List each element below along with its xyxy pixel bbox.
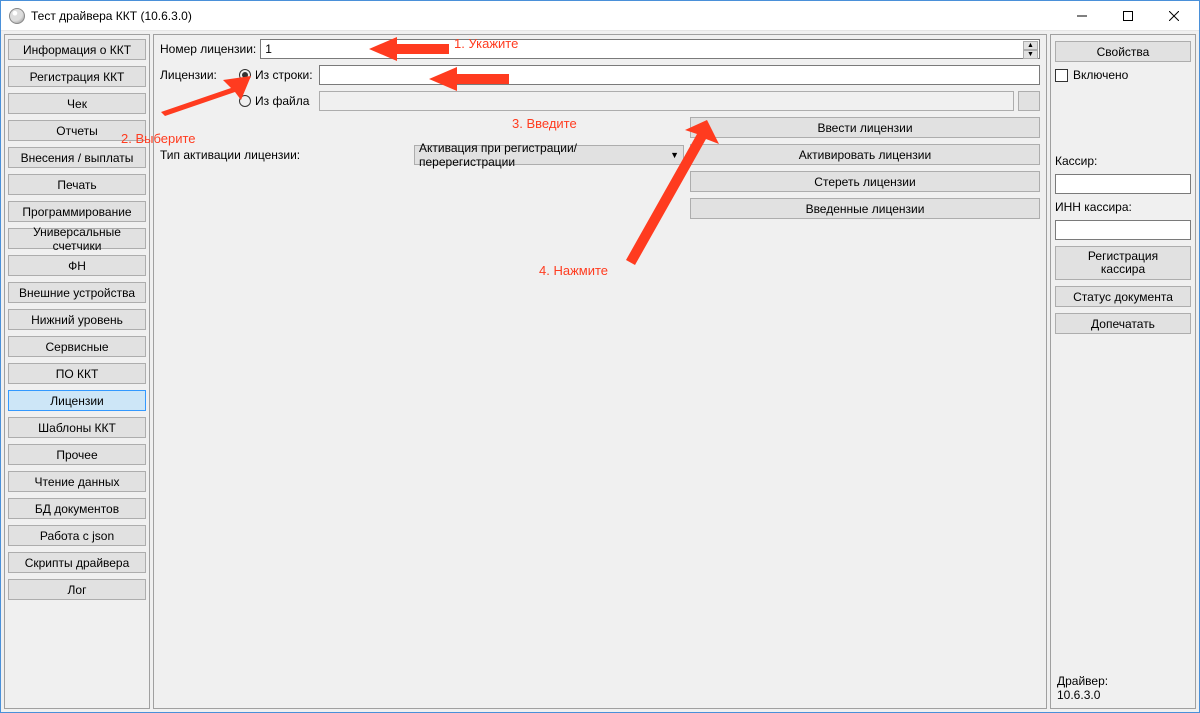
nav-item[interactable]: Печать (8, 174, 146, 195)
activation-type-combo[interactable]: Активация при регистрации/перерегистраци… (414, 145, 684, 165)
window-title: Тест драйвера ККТ (10.6.3.0) (31, 9, 192, 23)
nav-item-label: Работа с json (40, 529, 114, 543)
nav-item-label: Внешние устройства (19, 286, 135, 300)
reprint-label: Допечатать (1091, 317, 1155, 331)
license-number-input[interactable]: 1 ▲ ▼ (260, 39, 1040, 59)
right-panel: Свойства Включено Кассир: ИНН кассира: Р… (1050, 34, 1196, 709)
left-nav: Информация о ККТ Регистрация ККТ Чек Отчеты… (4, 34, 150, 709)
nav-item-label: Информация о ККТ (23, 43, 131, 57)
cashier-input[interactable] (1055, 174, 1191, 194)
register-cashier-label: Регистрация кассира (1088, 250, 1158, 276)
maximize-button[interactable] (1105, 1, 1151, 31)
nav-item[interactable]: Сервисные (8, 336, 146, 357)
nav-item-label: Чтение данных (35, 475, 120, 489)
erase-licenses-button[interactable]: Стереть лицензии (690, 171, 1040, 192)
chevron-down-icon: ▼ (670, 150, 679, 160)
nav-item-label: Сервисные (45, 340, 108, 354)
nav-item-label: Отчеты (56, 124, 97, 138)
nav-item[interactable]: Скрипты драйвера (8, 552, 146, 573)
nav-item-label: БД документов (35, 502, 119, 516)
spin-down-icon[interactable]: ▼ (1023, 50, 1038, 59)
enter-licenses-label: Ввести лицензии (817, 121, 912, 135)
main-panel: Номер лицензии: 1 ▲ ▼ Лицензии: Из строк… (153, 34, 1047, 709)
nav-item[interactable]: Лицензии (8, 390, 146, 411)
browse-file-button (1018, 91, 1040, 111)
radio-from-string[interactable]: Из строки: (239, 68, 315, 82)
nav-item[interactable]: Универсальные счетчики (8, 228, 146, 249)
radio-from-file[interactable]: Из файла (239, 94, 315, 108)
activate-licenses-button[interactable]: Активировать лицензии (690, 144, 1040, 165)
nav-item-label: Программирование (22, 205, 131, 219)
enter-licenses-button[interactable]: Ввести лицензии (690, 117, 1040, 138)
nav-item[interactable]: Прочее (8, 444, 146, 465)
nav-item[interactable]: Чек (8, 93, 146, 114)
nav-item-label: Печать (57, 178, 96, 192)
radio-from-string-label: Из строки: (255, 68, 313, 82)
nav-item[interactable]: Отчеты (8, 120, 146, 141)
nav-item[interactable]: Лог (8, 579, 146, 600)
close-button[interactable] (1151, 1, 1197, 31)
cashier-label: Кассир: (1055, 154, 1191, 168)
license-number-value: 1 (265, 42, 272, 56)
licenses-label: Лицензии: (160, 68, 235, 82)
spin-up-icon[interactable]: ▲ (1023, 41, 1038, 50)
nav-item-label: ФН (68, 259, 86, 273)
nav-item-label: Внесения / выплаты (21, 151, 134, 165)
nav-item-label: ПО ККТ (56, 367, 99, 381)
activation-type-value: Активация при регистрации/перерегистраци… (419, 141, 670, 169)
radio-unchecked-icon (239, 95, 251, 107)
titlebar: Тест драйвера ККТ (10.6.3.0) (1, 1, 1199, 31)
nav-item[interactable]: ПО ККТ (8, 363, 146, 384)
nav-item[interactable]: Информация о ККТ (8, 39, 146, 60)
doc-status-button[interactable]: Статус документа (1055, 286, 1191, 307)
nav-item[interactable]: Регистрация ККТ (8, 66, 146, 87)
entered-licenses-button[interactable]: Введенные лицензии (690, 198, 1040, 219)
nav-item-label: Лог (68, 583, 87, 597)
doc-status-label: Статус документа (1073, 290, 1173, 304)
entered-licenses-label: Введенные лицензии (806, 202, 925, 216)
nav-item[interactable]: Чтение данных (8, 471, 146, 492)
nav-item-label: Шаблоны ККТ (38, 421, 116, 435)
nav-item[interactable]: ФН (8, 255, 146, 276)
driver-version: 10.6.3.0 (1057, 688, 1108, 702)
nav-item-label: Нижний уровень (31, 313, 123, 327)
register-cashier-button[interactable]: Регистрация кассира (1055, 246, 1191, 280)
nav-item-label: Чек (67, 97, 87, 111)
activation-type-label: Тип активации лицензии: (160, 148, 300, 162)
nav-item[interactable]: Внешние устройства (8, 282, 146, 303)
properties-label: Свойства (1097, 45, 1150, 59)
driver-label: Драйвер: (1057, 674, 1108, 688)
enabled-label: Включено (1073, 68, 1128, 82)
inn-label: ИНН кассира: (1055, 200, 1191, 214)
nav-item[interactable]: Работа с json (8, 525, 146, 546)
nav-item[interactable]: Нижний уровень (8, 309, 146, 330)
nav-item-label: Лицензии (50, 394, 104, 408)
nav-item[interactable]: БД документов (8, 498, 146, 519)
app-icon (9, 8, 25, 24)
enabled-checkbox[interactable]: Включено (1055, 68, 1191, 82)
license-file-input (319, 91, 1014, 111)
license-string-input[interactable] (319, 65, 1040, 85)
driver-info: Драйвер: 10.6.3.0 (1057, 674, 1108, 702)
inn-input[interactable] (1055, 220, 1191, 240)
radio-from-file-label: Из файла (255, 94, 309, 108)
nav-item-label: Регистрация ККТ (30, 70, 125, 84)
nav-item[interactable]: Внесения / выплаты (8, 147, 146, 168)
minimize-button[interactable] (1059, 1, 1105, 31)
annotation-4: 4. Нажмите (539, 263, 608, 278)
checkbox-icon (1055, 69, 1068, 82)
reprint-button[interactable]: Допечатать (1055, 313, 1191, 334)
nav-item-label: Универсальные счетчики (13, 225, 141, 253)
activate-licenses-label: Активировать лицензии (799, 148, 931, 162)
nav-item-label: Прочее (56, 448, 97, 462)
nav-item[interactable]: Программирование (8, 201, 146, 222)
nav-item[interactable]: Шаблоны ККТ (8, 417, 146, 438)
properties-button[interactable]: Свойства (1055, 41, 1191, 62)
erase-licenses-label: Стереть лицензии (814, 175, 915, 189)
nav-item-label: Скрипты драйвера (25, 556, 130, 570)
license-number-label: Номер лицензии: (160, 42, 256, 56)
radio-checked-icon (239, 69, 251, 81)
